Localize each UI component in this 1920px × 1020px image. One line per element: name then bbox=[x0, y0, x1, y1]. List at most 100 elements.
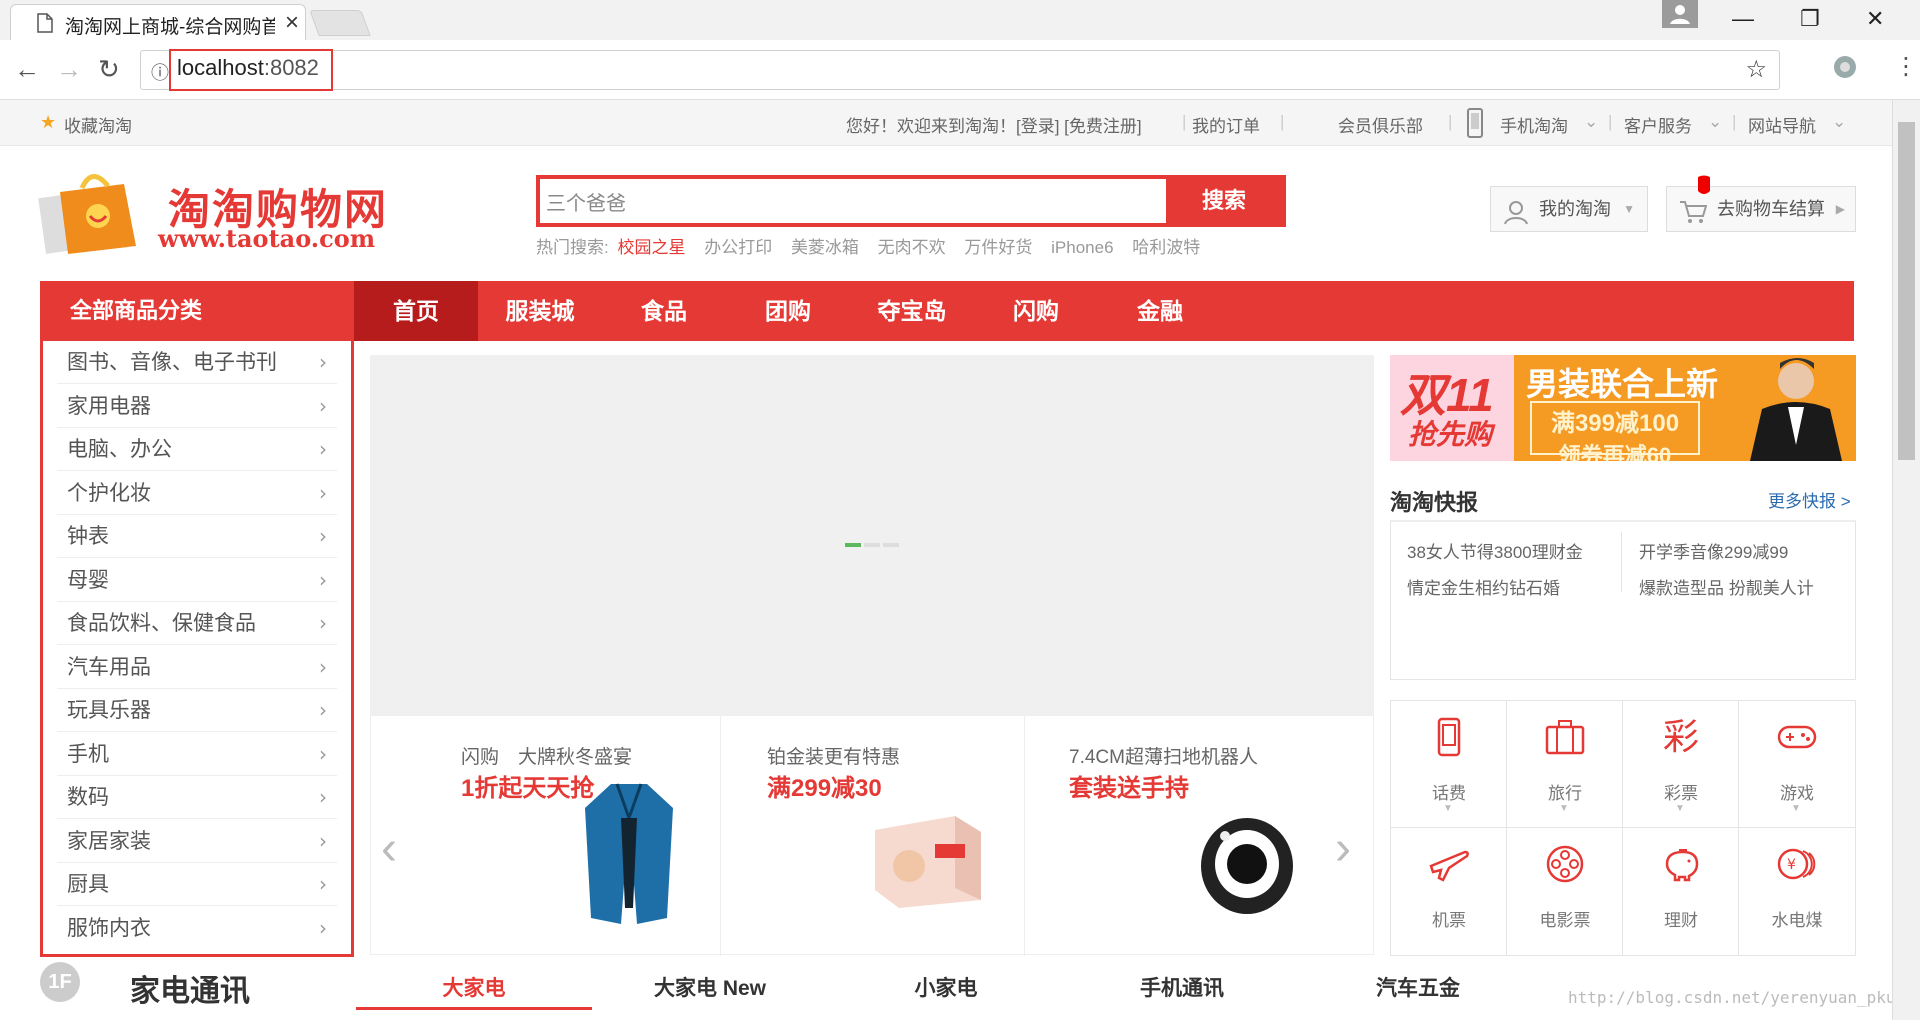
service-finance[interactable]: 理财 bbox=[1623, 828, 1739, 955]
member-club-link[interactable]: 会员俱乐部 bbox=[1338, 112, 1423, 137]
nav-clothing[interactable]: 服装城 bbox=[478, 281, 602, 341]
promo-title: 套装送手持 bbox=[1069, 775, 1189, 802]
category-item[interactable]: 汽车用品 › bbox=[57, 646, 337, 689]
search-button[interactable]: 搜索 bbox=[1166, 179, 1282, 223]
promo-item[interactable]: 铂金装更有特惠 满299减30 bbox=[721, 716, 1025, 956]
promo-item[interactable]: 7.4CM超薄扫地机器人 套装送手持 bbox=[1025, 716, 1375, 956]
logo-url[interactable]: www.taotao.com bbox=[158, 224, 375, 253]
service-flight[interactable]: 机票 bbox=[1391, 828, 1507, 955]
nav-food[interactable]: 食品 bbox=[602, 281, 726, 341]
category-list: 图书、音像、电子书刊 › 家用电器 › 电脑、办公 › 个护化妆 › 钟表 › 母婴 › 食… bbox=[40, 341, 354, 957]
category-item[interactable]: 图书、音像、电子书刊 › bbox=[57, 341, 337, 384]
extension-icon[interactable] bbox=[1830, 52, 1860, 87]
category-label: 玩具乐器 bbox=[67, 698, 151, 722]
search-input[interactable] bbox=[546, 183, 1166, 219]
promo-item[interactable]: 闪购 大牌秋冬盛宴 1折起天天抢 bbox=[371, 716, 721, 956]
favorite-link[interactable]: 收藏淘淘 bbox=[64, 112, 132, 137]
scrollbar-thumb[interactable] bbox=[1898, 122, 1915, 460]
hot-search-item[interactable]: iPhone6 bbox=[1051, 238, 1113, 257]
bookmark-star-icon[interactable]: ☆ bbox=[1745, 55, 1767, 84]
category-item[interactable]: 厨具 › bbox=[57, 863, 337, 906]
service-game[interactable]: 游戏 ▼ bbox=[1739, 701, 1855, 828]
carousel-dot[interactable] bbox=[864, 543, 880, 547]
service-label: 机票 bbox=[1432, 911, 1466, 930]
news-item[interactable]: 开学季音像299减99 bbox=[1639, 538, 1788, 563]
hot-search-item[interactable]: 无肉不欢 bbox=[878, 238, 946, 257]
nav-finance[interactable]: 金融 bbox=[1098, 281, 1222, 341]
news-item[interactable]: 情定金生相约钻石婚 bbox=[1407, 574, 1560, 599]
menu-icon[interactable]: ⋮ bbox=[1894, 52, 1918, 81]
more-news-link[interactable]: 更多快报 > bbox=[1768, 487, 1851, 512]
close-window-icon[interactable]: ✕ bbox=[1866, 6, 1884, 32]
chevron-right-icon: › bbox=[319, 785, 327, 809]
service-utilities[interactable]: ¥ 水电煤 bbox=[1739, 828, 1855, 955]
category-item[interactable]: 食品饮料、保健食品 › bbox=[57, 602, 337, 645]
browser-tab[interactable]: 淘淘网上商城-综合网购首 × bbox=[10, 4, 306, 40]
hot-search-item[interactable]: 办公打印 bbox=[704, 238, 772, 257]
hot-search-item[interactable]: 哈利波特 bbox=[1132, 238, 1200, 257]
category-item[interactable]: 母婴 › bbox=[57, 559, 337, 602]
new-tab-button[interactable] bbox=[309, 10, 371, 36]
news-item[interactable]: 爆款造型品 扮靓美人计 bbox=[1639, 574, 1814, 599]
reload-icon[interactable]: ↻ bbox=[98, 54, 120, 85]
double11-banner[interactable]: 双11 抢先购 男装联合上新 满399减100 领券再减60 bbox=[1390, 355, 1856, 461]
customer-service-link[interactable]: 客户服务 bbox=[1624, 112, 1692, 137]
banner-deal-box: 满399减100 领券再减60 bbox=[1530, 401, 1700, 461]
restore-icon[interactable]: ❐ bbox=[1800, 6, 1820, 32]
category-item[interactable]: 电脑、办公 › bbox=[57, 428, 337, 471]
logo-bag-icon[interactable] bbox=[38, 166, 156, 265]
close-tab-icon[interactable]: × bbox=[285, 9, 299, 37]
cart-button[interactable]: 去购物车结算 ▶ bbox=[1666, 175, 1856, 232]
welcome-login-register[interactable]: 您好！欢迎来到淘淘！[登录] [免费注册] bbox=[846, 112, 1142, 137]
phone-icon bbox=[1466, 108, 1484, 143]
carousel-dot[interactable] bbox=[845, 543, 861, 547]
category-item[interactable]: 家居家装 › bbox=[57, 820, 337, 863]
site-nav-link[interactable]: 网站导航 bbox=[1748, 112, 1816, 137]
category-item[interactable]: 手机 › bbox=[57, 733, 337, 776]
divider: | bbox=[1182, 112, 1187, 131]
floor-tab[interactable]: 小家电 bbox=[828, 972, 1064, 1002]
category-item[interactable]: 个护化妆 › bbox=[57, 472, 337, 515]
promo-subtitle: 铂金装更有特惠 bbox=[767, 747, 901, 768]
floor-tab[interactable]: 汽车五金 bbox=[1300, 972, 1536, 1002]
nav-flash-sale[interactable]: 闪购 bbox=[974, 281, 1098, 341]
divider: | bbox=[1732, 112, 1737, 131]
hot-search-item[interactable]: 校园之星 bbox=[617, 238, 685, 257]
minimize-icon[interactable]: — bbox=[1732, 6, 1754, 32]
category-item[interactable]: 服饰内衣 › bbox=[57, 907, 337, 950]
chevron-down-icon: ⌄ bbox=[1832, 112, 1847, 131]
service-lottery[interactable]: 彩 彩票 ▼ bbox=[1623, 701, 1739, 828]
info-icon[interactable]: ⓘ bbox=[151, 59, 169, 85]
mobile-link[interactable]: 手机淘淘 bbox=[1500, 112, 1568, 137]
floor-tab[interactable]: 手机通讯 bbox=[1064, 972, 1300, 1002]
floor-tab[interactable]: 大家电 bbox=[356, 972, 592, 1010]
category-item[interactable]: 钟表 › bbox=[57, 515, 337, 558]
back-icon[interactable]: ← bbox=[14, 54, 40, 85]
category-item[interactable]: 玩具乐器 › bbox=[57, 689, 337, 732]
nav-groupbuy[interactable]: 团购 bbox=[726, 281, 850, 341]
hot-search-item[interactable]: 美菱冰箱 bbox=[791, 238, 859, 257]
service-travel[interactable]: 旅行 ▼ bbox=[1507, 701, 1623, 828]
nav-treasure[interactable]: 夺宝岛 bbox=[850, 281, 974, 341]
service-phone-topup[interactable]: 话费 ▼ bbox=[1391, 701, 1507, 828]
floor-tab[interactable]: 大家电 New bbox=[592, 972, 828, 1002]
url-text[interactable]: localhost:8082 bbox=[169, 49, 333, 91]
profile-icon[interactable] bbox=[1662, 0, 1698, 28]
nav-home[interactable]: 首页 bbox=[354, 281, 478, 341]
airplane-icon bbox=[1429, 850, 1469, 882]
carousel-dot[interactable] bbox=[883, 543, 899, 547]
category-label: 电脑、办公 bbox=[67, 437, 172, 461]
hot-search-item[interactable]: 万件好货 bbox=[964, 238, 1032, 257]
category-item[interactable]: 数码 › bbox=[57, 776, 337, 819]
carousel-next-icon[interactable]: › bbox=[1335, 821, 1351, 876]
all-categories-header[interactable]: 全部商品分类 bbox=[40, 281, 354, 341]
news-item[interactable]: 38女人节得3800理财金 bbox=[1407, 538, 1583, 563]
service-movie[interactable]: 电影票 bbox=[1507, 828, 1623, 955]
page-scrollbar[interactable] bbox=[1892, 100, 1920, 1020]
my-orders-link[interactable]: 我的订单 bbox=[1192, 112, 1260, 137]
my-account-button[interactable]: 我的淘淘 ▼ bbox=[1490, 186, 1648, 232]
address-bar[interactable]: ⓘ ☆ bbox=[140, 50, 1780, 90]
category-item[interactable]: 家用电器 › bbox=[57, 385, 337, 428]
forward-icon[interactable]: → bbox=[56, 54, 82, 85]
carousel-prev-icon[interactable]: ‹ bbox=[381, 821, 397, 876]
